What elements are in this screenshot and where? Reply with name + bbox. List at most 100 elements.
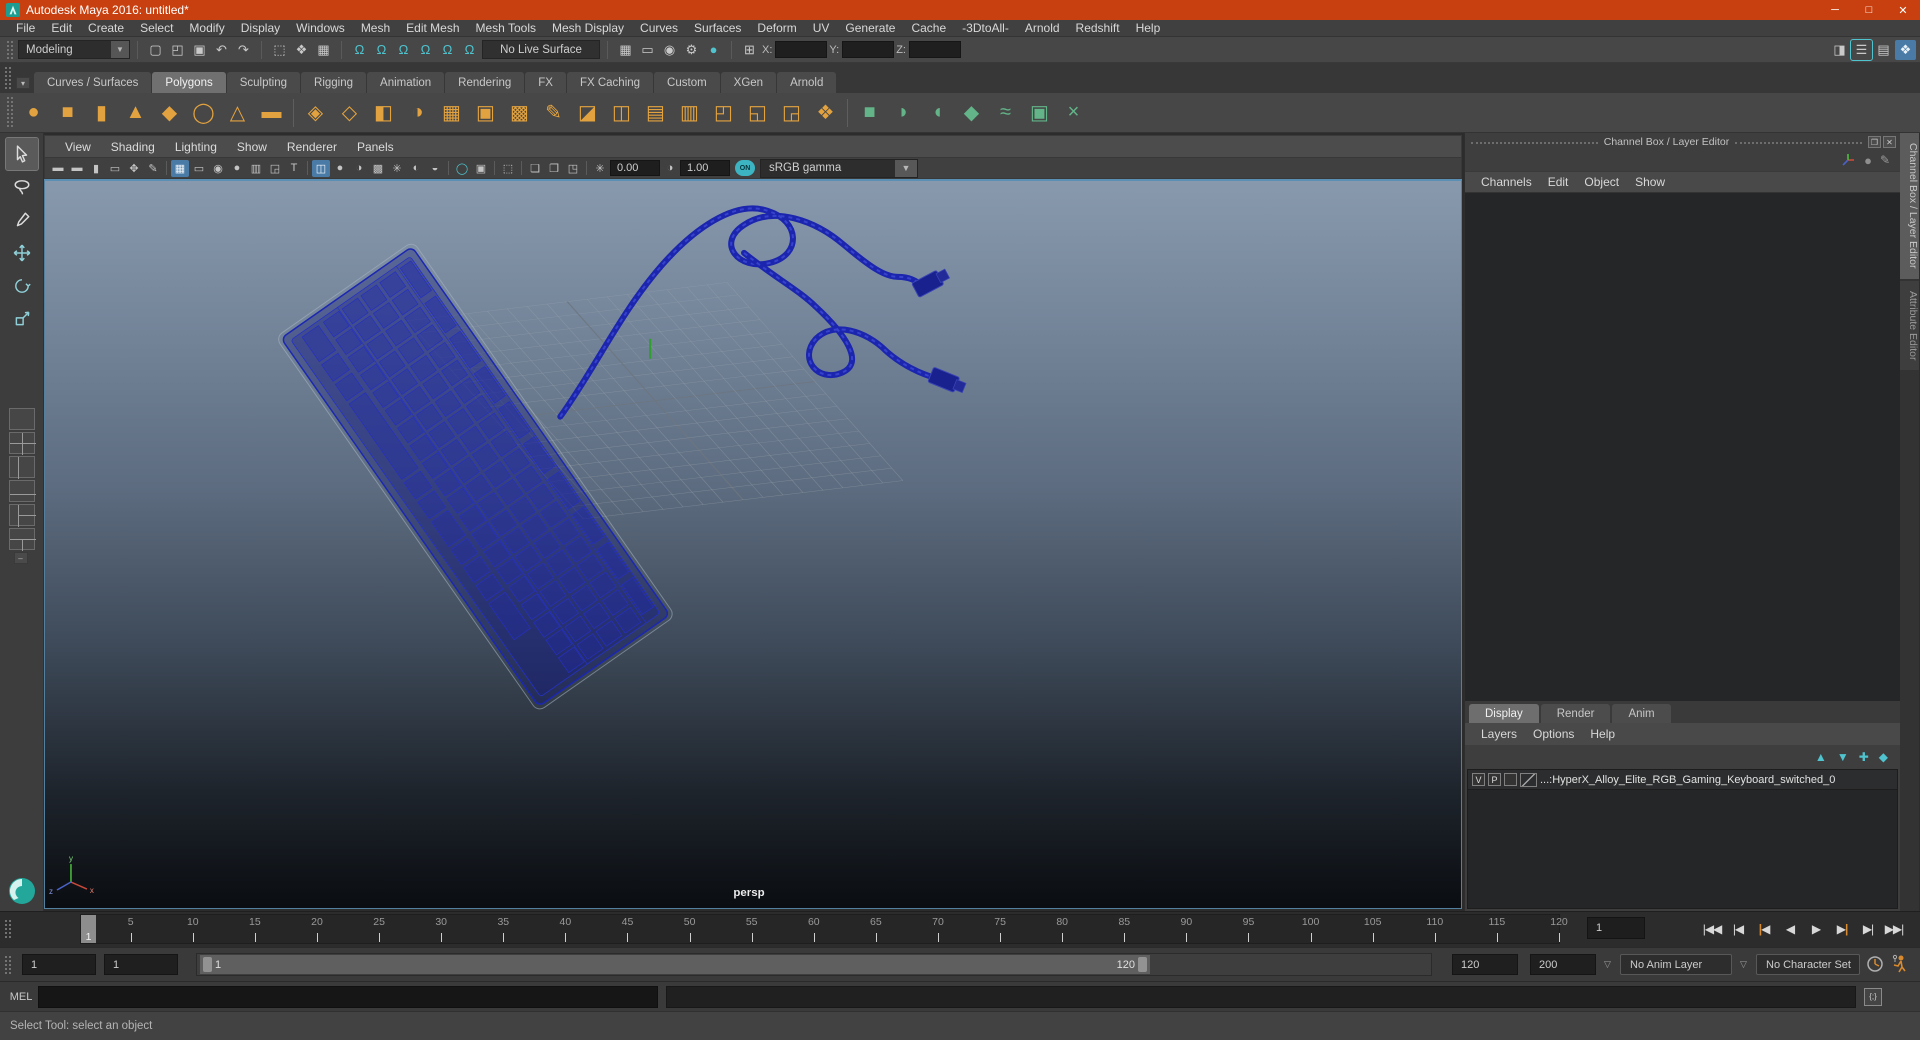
close-panel-icon[interactable]: ✕	[1883, 136, 1896, 148]
camera-attributes-icon[interactable]: ▮	[87, 160, 105, 177]
menu-arnold[interactable]: Arnold	[1017, 21, 1068, 35]
wireframe-icon[interactable]: ◫	[312, 159, 330, 177]
fill-hole-icon[interactable]: ▦	[435, 97, 468, 129]
rotate-tool[interactable]	[6, 270, 38, 302]
occlusion-icon[interactable]: ◒	[426, 160, 444, 177]
menu-windows[interactable]: Windows	[288, 21, 353, 35]
3d-viewport[interactable]: y x z persp	[44, 179, 1462, 909]
snap-to-grid-icon[interactable]: Ω	[349, 40, 370, 60]
snap-to-projected-center-icon[interactable]: Ω	[415, 40, 436, 60]
lock-camera-icon[interactable]: ▬	[68, 160, 86, 177]
delete-edge-icon[interactable]: ◲	[775, 97, 808, 129]
menu-cache[interactable]: Cache	[903, 21, 954, 35]
layer-editor-menu-help[interactable]: Help	[1582, 727, 1623, 741]
offset-edge-loop-icon[interactable]: ◰	[707, 97, 740, 129]
animation-end-field[interactable]: 200	[1530, 954, 1596, 975]
pinch-sculpt-icon[interactable]: ≈	[989, 97, 1022, 129]
film-gate-icon[interactable]: ▭	[190, 160, 208, 177]
exposure-icon[interactable]: ✳	[591, 160, 609, 177]
current-frame-marker[interactable]: 1	[81, 915, 96, 943]
crease-tool-icon[interactable]: ✎	[537, 97, 570, 129]
poly-cylinder-icon[interactable]: ▮	[85, 97, 118, 129]
step-forward-key-button[interactable]: ▶ |	[1830, 917, 1854, 941]
chevron-down-icon[interactable]: ▽	[1604, 959, 1611, 970]
shelf-icons-grip[interactable]	[6, 96, 14, 129]
keyboard-wireframe[interactable]	[276, 241, 676, 712]
side-tab-attribute-editor[interactable]: Attribute Editor	[1900, 280, 1919, 370]
side-tab-channel-box-layer-editor[interactable]: Channel Box / Layer Editor	[1900, 133, 1919, 279]
poly-plane-icon[interactable]: ◆	[153, 97, 186, 129]
live-surface-field[interactable]: No Live Surface	[482, 40, 600, 59]
extract-icon[interactable]: ◧	[367, 97, 400, 129]
menu-curves[interactable]: Curves	[632, 21, 686, 35]
playback-end-field[interactable]: 120	[1452, 954, 1518, 975]
bookmark-icon[interactable]: ▭	[106, 160, 124, 177]
menu-3dtoall[interactable]: -3DtoAll-	[954, 21, 1017, 35]
shelf-tab-xgen[interactable]: XGen	[720, 72, 777, 93]
field-chart-icon[interactable]: ▥	[247, 160, 265, 177]
range-start-handle[interactable]	[203, 957, 212, 972]
frame-ruler[interactable]: 1 5 10 15 20 25 30 35 40 45 50 55 60 65 70 75 80 85 90 95 1…	[80, 914, 1568, 944]
poly-torus-icon[interactable]: ◯	[187, 97, 220, 129]
combine-icon[interactable]: ◈	[299, 97, 332, 129]
layer-playback-toggle[interactable]: P	[1488, 773, 1501, 786]
menu-edit[interactable]: Edit	[43, 21, 80, 35]
scene-canvas[interactable]: y x z persp	[45, 181, 1461, 908]
menu-deform[interactable]: Deform	[749, 21, 804, 35]
toolbar-grip[interactable]	[6, 40, 14, 59]
command-input[interactable]	[38, 985, 658, 1008]
channel-box-menu-object[interactable]: Object	[1576, 175, 1627, 189]
menu-modify[interactable]: Modify	[181, 21, 232, 35]
quad-draw-icon[interactable]: ❖	[809, 97, 842, 129]
poly-sphere-icon[interactable]: ●	[17, 97, 50, 129]
hypershade-persp-layout[interactable]	[8, 504, 36, 527]
menu-display[interactable]: Display	[233, 21, 288, 35]
layout-shortcut-collapse[interactable]: –	[13, 552, 28, 564]
snap-to-curve-icon[interactable]: Ω	[371, 40, 392, 60]
range-grip[interactable]	[4, 955, 12, 974]
isolate-select-icon[interactable]: ⬚	[499, 160, 517, 177]
shaded-icon[interactable]: ●	[331, 160, 349, 177]
y-coordinate-field[interactable]: Y:	[829, 41, 895, 58]
maximize-button[interactable]: □	[1852, 0, 1886, 20]
layer-editor-menu-options[interactable]: Options	[1525, 727, 1582, 741]
character-set-icon[interactable]	[1890, 953, 1908, 975]
edit-pencil-icon[interactable]: ✎	[1880, 153, 1890, 167]
scale-tool[interactable]	[6, 303, 38, 335]
shelf-tab-animation[interactable]: Animation	[367, 72, 445, 93]
textured-icon[interactable]: ▩	[369, 160, 387, 177]
menu-mesh-tools[interactable]: Mesh Tools	[468, 21, 544, 35]
channel-box-menu-show[interactable]: Show	[1627, 175, 1673, 189]
select-camera-icon[interactable]: ▬	[49, 160, 67, 177]
attribute-editor-toggle-icon[interactable]: ◨	[1829, 40, 1850, 60]
menu-surfaces[interactable]: Surfaces	[686, 21, 749, 35]
layer-row[interactable]: V P ...:HyperX_Alloy_Elite_RGB_Gaming_Ke…	[1468, 770, 1897, 790]
separate-icon[interactable]: ◇	[333, 97, 366, 129]
menu-edit-mesh[interactable]: Edit Mesh	[398, 21, 467, 35]
snap-to-point-icon[interactable]: Ω	[393, 40, 414, 60]
shelf-tab-fx-caching[interactable]: FX Caching	[566, 72, 654, 93]
insert-edge-loop-icon[interactable]: ▥	[673, 97, 706, 129]
viewport-menu-show[interactable]: Show	[227, 140, 277, 154]
chevron-down-icon[interactable]: ▽	[1740, 959, 1747, 970]
character-set-dropdown[interactable]: No Character Set	[1756, 954, 1860, 975]
shelf-grip[interactable]	[4, 66, 12, 90]
layer-list[interactable]: V P ...:HyperX_Alloy_Elite_RGB_Gaming_Ke…	[1467, 769, 1898, 909]
plate-icon[interactable]: ◳	[564, 160, 582, 177]
panel-drag-handle[interactable]	[1735, 141, 1862, 147]
close-button[interactable]: ✕	[1886, 0, 1920, 20]
z-coordinate-field[interactable]: Z:	[896, 41, 961, 58]
move-layer-down-icon[interactable]: ▼	[1837, 750, 1849, 764]
exposure-field[interactable]: 0.00	[610, 160, 660, 176]
render-setup-icon[interactable]: ●	[703, 40, 724, 60]
shelf-tab-sculpting[interactable]: Sculpting	[226, 72, 301, 93]
viewport-menu-lighting[interactable]: Lighting	[165, 140, 227, 154]
layer-color-swatch[interactable]	[1520, 772, 1537, 787]
persp-graph-layout[interactable]	[8, 480, 36, 502]
viewport-menu-view[interactable]: View	[55, 140, 101, 154]
smooth-icon[interactable]: ▣	[469, 97, 502, 129]
shelf-tab-polygons[interactable]: Polygons	[152, 72, 226, 93]
select-tool[interactable]	[4, 137, 39, 171]
reduce-icon[interactable]: ▩	[503, 97, 536, 129]
tool-settings-toggle-icon[interactable]: ☰	[1850, 38, 1873, 61]
